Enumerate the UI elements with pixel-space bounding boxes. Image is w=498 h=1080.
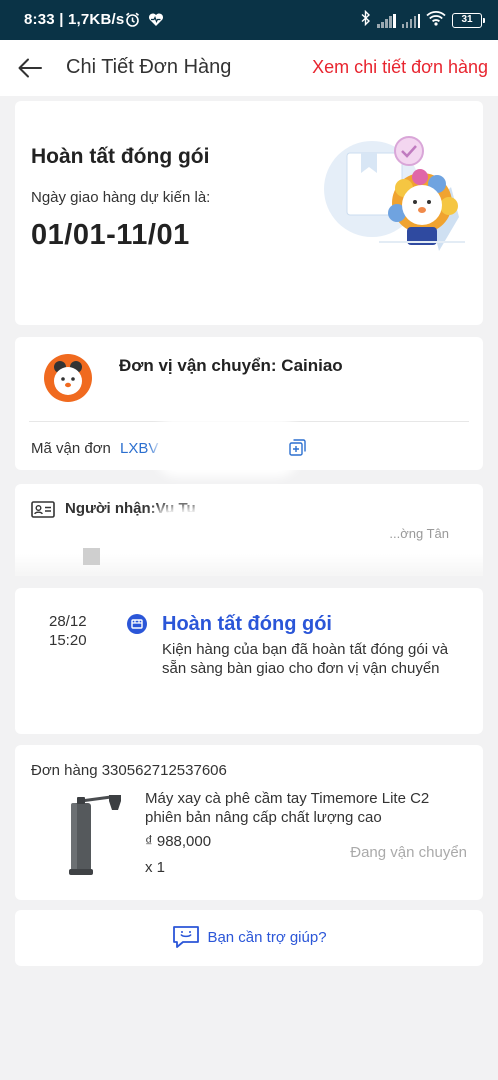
battery-indicator: 31 [452,13,485,28]
chat-support-icon [171,924,201,950]
wifi-icon [426,10,446,31]
status-time: 8:33 | 1,7KB/s [24,11,125,28]
tracking-number-value[interactable]: LXBV [120,440,158,457]
status-bar: 8:33 | 1,7KB/s 31 [0,0,498,40]
timeline-timestamp: 28/12 15:20 [49,612,87,650]
estimated-delivery-date: 01/01-11/01 [31,219,190,251]
shipping-card: Đơn vị vận chuyển: Cainiao Mã vận đơn LX… [15,337,483,470]
copy-icon[interactable] [289,439,306,456]
alarm-icon [124,11,141,33]
signal-icon-2 [401,13,420,28]
carrier-name: Đơn vị vận chuyển: Cainiao [119,356,343,375]
page-title: Chi Tiết Đơn Hàng [66,56,232,78]
recipient-address: ...ờng Tân [389,526,449,541]
help-card[interactable]: Bạn cần trợ giúp? [15,910,483,966]
divider [29,421,469,422]
redaction-mask [155,512,395,552]
timeline-event-description: Kiện hàng của bạn đã hoàn tất đóng gói v… [162,641,449,677]
recipient-card: Người nhận:Vu Tu ...ờng Tân [15,484,483,576]
packing-mascot-illustration [317,131,467,261]
heart-rate-icon [148,12,164,32]
shipping-status: Đang vận chuyển [350,844,467,861]
order-number: Đơn hàng 330562712537606 [31,762,227,779]
redacted-block [83,548,100,565]
product-name[interactable]: Máy xay cà phê cầm tay Timemore Lite C2 … [145,789,465,827]
view-order-details-link[interactable]: Xem chi tiết đơn hàng [312,57,488,78]
signal-icon-1 [377,13,396,28]
tracking-number-label: Mã vận đơn [31,440,111,457]
package-icon [127,614,147,634]
help-label[interactable]: Bạn cần trợ giúp? [207,929,326,946]
timeline-date: 28/12 [49,613,87,630]
product-image[interactable] [53,789,131,879]
timeline-time: 15:20 [49,632,87,649]
redaction-mask [163,425,291,469]
timeline-event-title: Hoàn tất đóng gói [162,613,332,635]
top-app-bar: Chi Tiết Đơn Hàng Xem chi tiết đơn hàng [0,40,498,96]
bluetooth-icon [361,9,371,31]
product-quantity: x 1 [145,859,166,876]
order-item-card[interactable]: Đơn hàng 330562712537606 Máy xay cà phê … [15,745,483,900]
id-card-icon [31,501,55,518]
estimated-delivery-label: Ngày giao hàng dự kiến là: [31,189,211,206]
package-status-card: Hoàn tất đóng gói Ngày giao hàng dự kiến… [15,101,483,325]
carrier-logo [43,353,93,403]
package-status-title: Hoàn tất đóng gói [31,145,210,168]
tracking-timeline-card[interactable]: 28/12 15:20 Hoàn tất đóng gói Kiện hàng … [15,588,483,734]
product-price: ₫ 988,000 [145,833,212,850]
back-arrow-icon[interactable] [16,54,44,82]
help-button[interactable]: Bạn cần trợ giúp? [15,924,483,950]
